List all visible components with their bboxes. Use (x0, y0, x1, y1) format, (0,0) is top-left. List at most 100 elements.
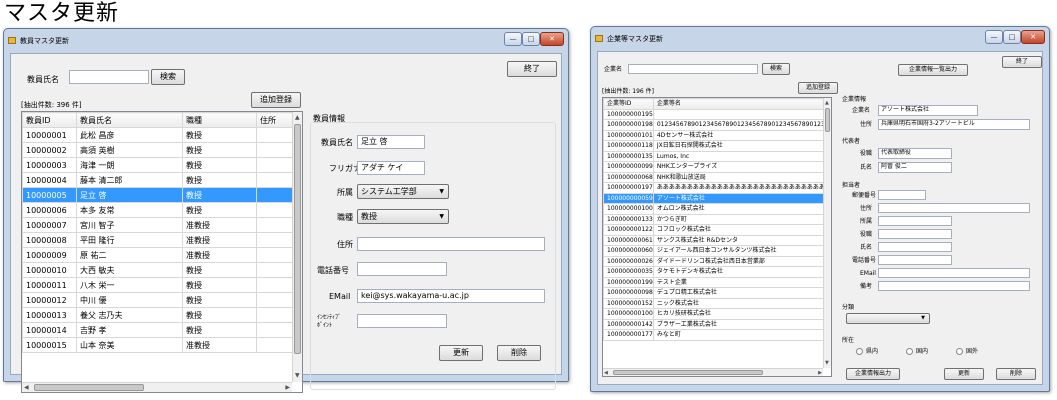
contact-email-field[interactable] (878, 268, 1030, 278)
scroll-up-icon[interactable]: ▲ (295, 114, 300, 122)
rep-name-field[interactable]: 阿曽 俊二 (878, 162, 952, 173)
scroll-left-icon[interactable]: ◀ (604, 369, 608, 376)
rep-position-field[interactable]: 代表取締役 (878, 148, 952, 159)
maximize-button[interactable]: □ (1003, 30, 1021, 44)
scroll-thumb[interactable] (294, 124, 301, 354)
table-row[interactable]: 10000001 此松 昌彦 教授 (22, 127, 297, 143)
table-row[interactable]: 100000000197 ああああああああああああああああああああああああああああ… (603, 182, 831, 194)
table-row[interactable]: 10000010 大西 敏夫 教授 (22, 262, 297, 278)
table-row[interactable]: 100000000142 ブラザー工業株式会社 (603, 318, 831, 330)
tel-field[interactable] (357, 262, 447, 276)
search-button[interactable]: 検索 (762, 63, 790, 75)
close-window-button[interactable]: ✕ (1021, 30, 1045, 44)
table-row[interactable]: 10000012 中川 優教授 (22, 292, 297, 308)
add-button[interactable]: 追加登録 (798, 82, 838, 94)
contact-name-field[interactable] (878, 242, 952, 252)
search-button[interactable]: 検索 (151, 69, 185, 85)
title-bar[interactable]: 教員マスタ更新 — □ ✕ (4, 29, 568, 53)
company-name-field[interactable]: アソート株式会社 (878, 105, 978, 116)
column-header[interactable]: 教員氏名 (76, 112, 183, 128)
close-button[interactable]: 終了 (1002, 56, 1042, 68)
scroll-down-icon[interactable]: ▼ (295, 372, 300, 380)
update-button[interactable]: 更新 (944, 368, 984, 380)
dept-select[interactable]: システム工学部 ▼ (357, 184, 449, 199)
search-input[interactable] (69, 70, 149, 84)
email-field[interactable]: kei@sys.wakayama-u.ac.jp (357, 289, 545, 303)
table-row[interactable]: 10000007 宮川 智子 准教授 (22, 217, 297, 233)
update-button[interactable]: 更新 (439, 345, 483, 361)
table-row[interactable]: 10000002 高須 英樹 教授 (22, 142, 297, 158)
contact-dept-field[interactable] (878, 216, 952, 226)
company-grid[interactable]: 企業等ID 企業等名 100000000195 100000000198 01234… (602, 97, 832, 377)
column-header[interactable]: 住所 (256, 112, 297, 128)
column-header[interactable]: 企業等ID (603, 98, 654, 110)
rank-select[interactable]: 教授 ▼ (357, 209, 449, 224)
scroll-up-icon[interactable]: ▲ (825, 99, 829, 107)
scroll-down-icon[interactable]: ▼ (825, 359, 829, 367)
table-row[interactable]: 100000000098 デュプロ精工株式会社 (603, 287, 831, 299)
column-header[interactable]: 職種 (182, 112, 257, 128)
teacher-grid[interactable]: 教員ID 教員氏名 職種 住所 10000001 此松 昌彦 教授 10000002 高… (21, 111, 303, 393)
add-button[interactable]: 追加登録 (251, 92, 301, 108)
table-row[interactable]: 100000000133 かつらぎ町 (603, 213, 831, 225)
table-row[interactable]: 100000000122 コフロック株式会社 (603, 224, 831, 236)
maximize-button[interactable]: □ (522, 32, 540, 46)
category-select[interactable]: ▼ (846, 313, 930, 324)
table-row[interactable]: 10000009 原 祐二 准教授 (22, 247, 297, 263)
table-row[interactable]: 10000003 海津 一朗 教授 (22, 157, 297, 173)
horizontal-scrollbar[interactable]: ◀ ▶ (603, 368, 823, 376)
table-row[interactable]: 100000000061 サンクス株式会社 R&Dセンタ (603, 234, 831, 246)
table-row[interactable]: 10000004 藤本 清二郎 教授 (22, 172, 297, 188)
table-row[interactable]: 100000000100 ヒカリ技研株式会社 (603, 308, 831, 320)
scroll-thumb[interactable] (34, 384, 144, 391)
table-row[interactable]: 10000015 山本 奈美 准教授 (22, 337, 297, 353)
contact-address-field[interactable] (878, 203, 1030, 213)
table-row[interactable]: 100000000099 NHKエンタープライズ (603, 161, 831, 173)
column-header[interactable]: 教員ID (22, 112, 77, 128)
column-header[interactable]: 企業等名 (652, 98, 831, 110)
table-row[interactable]: 100000000100 オムロン株式会社 (603, 203, 831, 215)
incentive-field[interactable] (357, 314, 447, 328)
address-field[interactable] (357, 237, 545, 251)
table-row[interactable]: 100000000026 ダイドードリンコ株式会社西日本営業部 (603, 255, 831, 267)
name-field[interactable]: 足立 啓 (357, 135, 425, 149)
table-row[interactable]: 100000000035 タケモトデンキ株式会社 (603, 266, 831, 278)
scroll-thumb[interactable] (825, 108, 830, 132)
table-row[interactable]: 100000000195 (603, 108, 831, 120)
table-row[interactable]: 100000000060 ジェイアール西日本コンサルタンツ株式会社 (603, 245, 831, 257)
scroll-right-icon[interactable]: ▶ (818, 369, 822, 376)
table-row[interactable]: 100000000152 ニック株式会社 (603, 297, 831, 309)
table-row[interactable]: 100000000068 NHK和歌山放送局 (603, 171, 831, 183)
table-row[interactable]: 100000000177 みなと町 (603, 329, 831, 341)
location-radio-domestic[interactable] (906, 348, 913, 355)
vertical-scrollbar[interactable]: ▲ ▼ (823, 98, 831, 368)
table-row[interactable]: 10000008 平田 隆行 准教授 (22, 232, 297, 248)
table-row[interactable]: 100000000118 JX日鉱日石探開株式会社 (603, 140, 831, 152)
delete-button[interactable]: 削除 (996, 368, 1036, 380)
company-address-field[interactable]: 兵庫県明石市国府3-2アソートビル (878, 119, 1030, 130)
table-row[interactable]: 10000006 本多 友常 教授 (22, 202, 297, 218)
contact-note-field[interactable] (878, 281, 1030, 291)
table-row[interactable]: 10000011 八木 栄一 教授 (22, 277, 297, 293)
scroll-thumb[interactable] (613, 370, 763, 375)
scroll-left-icon[interactable]: ◀ (24, 384, 29, 392)
table-row[interactable]: 100000000135 Lumos, Inc (603, 150, 831, 162)
close-window-button[interactable]: ✕ (540, 32, 564, 46)
contact-position-field[interactable] (878, 229, 952, 239)
kana-field[interactable]: アダチ ケイ (357, 161, 425, 175)
minimize-button[interactable]: — (504, 32, 522, 46)
location-radio-prefecture[interactable] (856, 348, 863, 355)
company-list-export-button[interactable]: 企業情報一覧出力 (898, 64, 968, 76)
table-row[interactable]: 10000013 養父 志乃夫 教授 (22, 307, 297, 323)
table-row[interactable]: 10000005 足立 啓教授 (22, 187, 297, 203)
title-bar[interactable]: 企業等マスタ更新 — □ ✕ (591, 27, 1049, 51)
delete-button[interactable]: 削除 (497, 345, 541, 361)
table-row[interactable]: 100000000059 アソート株式会社 (603, 192, 831, 204)
table-row[interactable]: 10000014 吉野 孝教授 (22, 322, 297, 338)
contact-tel-field[interactable] (878, 255, 952, 265)
search-input[interactable] (628, 64, 758, 74)
vertical-scrollbar[interactable]: ▲ ▼ (292, 112, 302, 382)
contact-zip-field[interactable] (878, 190, 926, 200)
company-export-button[interactable]: 企業情報出力 (846, 368, 900, 380)
scroll-right-icon[interactable]: ▶ (285, 384, 290, 392)
